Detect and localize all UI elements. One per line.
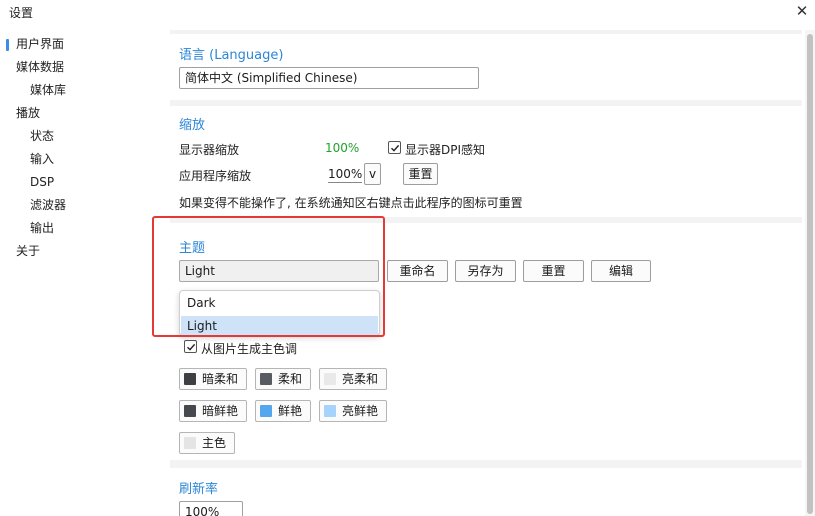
- display-scale-label: 显示器缩放: [179, 143, 240, 157]
- color-swatch: [184, 405, 196, 417]
- sidebar-item-playback[interactable]: 播放: [16, 104, 40, 122]
- scrollbar-thumb[interactable]: [807, 34, 813, 514]
- app-scale-input[interactable]: 100%: [328, 165, 362, 183]
- palette-dark-soft-button[interactable]: 暗柔和: [179, 368, 247, 390]
- color-swatch: [324, 373, 336, 385]
- gen-from-image-label: 从图片生成主色调: [201, 342, 298, 356]
- refresh-card: 刷新率 100%: [170, 468, 802, 516]
- window-title: 设置: [9, 6, 34, 20]
- sidebar-item-status[interactable]: 状态: [30, 127, 54, 145]
- color-swatch: [184, 437, 196, 449]
- palette-label: 亮鲜艳: [342, 404, 379, 418]
- color-swatch: [260, 405, 272, 417]
- scale-reset-button[interactable]: 重置: [403, 163, 438, 185]
- dpi-aware-checkbox[interactable]: [388, 141, 401, 154]
- theme-rename-button[interactable]: 重命名: [387, 260, 448, 282]
- theme-dropdown-list: Dark Light: [179, 290, 380, 336]
- palette-light-soft-button[interactable]: 亮柔和: [319, 368, 387, 390]
- sidebar-item-about[interactable]: 关于: [16, 242, 40, 260]
- content-scrollbar[interactable]: [805, 30, 815, 516]
- palette-light-vivid-button[interactable]: 亮鲜艳: [319, 400, 387, 422]
- sidebar-item-filter[interactable]: 滤波器: [30, 196, 66, 214]
- gen-from-image-checkbox[interactable]: [184, 340, 197, 353]
- language-card: 语言 (Language) 简体中文 (Simplified Chinese): [170, 34, 802, 100]
- theme-title: 主题: [179, 241, 206, 256]
- title-bar: 设置 ✕: [0, 0, 815, 24]
- app-scale-unit-dropdown[interactable]: v: [364, 163, 381, 185]
- color-swatch: [324, 405, 336, 417]
- scaling-title: 缩放: [179, 118, 206, 133]
- theme-reset-button[interactable]: 重置: [523, 260, 584, 282]
- check-icon: [391, 144, 400, 152]
- sidebar-item-output[interactable]: 输出: [30, 219, 54, 237]
- palette-dark-vivid-button[interactable]: 暗鲜艳: [179, 400, 247, 422]
- display-scale-value: 100%: [325, 141, 360, 155]
- sidebar-item-media-library[interactable]: 媒体库: [30, 81, 66, 99]
- palette-label: 亮柔和: [342, 372, 379, 386]
- active-indicator: [6, 39, 9, 51]
- palette-main-button[interactable]: 主色: [179, 432, 235, 454]
- sidebar-item-dsp[interactable]: DSP: [30, 173, 54, 191]
- sidebar-item-input[interactable]: 输入: [30, 150, 54, 168]
- language-select[interactable]: 简体中文 (Simplified Chinese): [179, 67, 479, 89]
- theme-select[interactable]: Light: [179, 260, 379, 282]
- language-title: 语言 (Language): [179, 48, 284, 63]
- sidebar-item-media-data[interactable]: 媒体数据: [16, 58, 64, 76]
- palette-vivid-button[interactable]: 鲜艳: [255, 400, 311, 422]
- theme-option-dark[interactable]: Dark: [181, 293, 378, 313]
- sidebar-item-ui[interactable]: 用户界面: [16, 35, 64, 53]
- color-swatch: [260, 373, 272, 385]
- theme-save-as-button[interactable]: 另存为: [455, 260, 516, 282]
- palette-label: 主色: [202, 436, 227, 450]
- palette-card: 从图片生成主色调 暗柔和 柔和 亮柔和 暗鲜艳 鲜艳 亮鲜艳 主色: [170, 326, 802, 460]
- theme-option-light[interactable]: Light: [181, 316, 378, 336]
- color-swatch: [184, 373, 196, 385]
- scale-hint: 如果变得不能操作了, 在系统通知区右键点击此程序的图标可重置: [179, 196, 523, 210]
- settings-content: 语言 (Language) 简体中文 (Simplified Chinese) …: [170, 30, 802, 516]
- sidebar: [0, 30, 165, 516]
- palette-label: 暗柔和: [202, 372, 239, 386]
- check-icon: [187, 343, 196, 351]
- palette-label: 暗鲜艳: [202, 404, 239, 418]
- close-icon[interactable]: ✕: [793, 2, 811, 20]
- palette-soft-button[interactable]: 柔和: [255, 368, 311, 390]
- palette-label: 柔和: [278, 372, 303, 386]
- palette-label: 鲜艳: [278, 404, 303, 418]
- refresh-input[interactable]: 100%: [179, 501, 243, 516]
- refresh-title: 刷新率: [179, 482, 219, 497]
- theme-edit-button[interactable]: 编辑: [591, 260, 651, 282]
- dpi-aware-label: 显示器DPI感知: [405, 143, 486, 157]
- scaling-card: 缩放 显示器缩放 100% 显示器DPI感知 应用程序缩放 100% v 重置 …: [170, 106, 802, 217]
- app-scale-label: 应用程序缩放: [179, 169, 252, 183]
